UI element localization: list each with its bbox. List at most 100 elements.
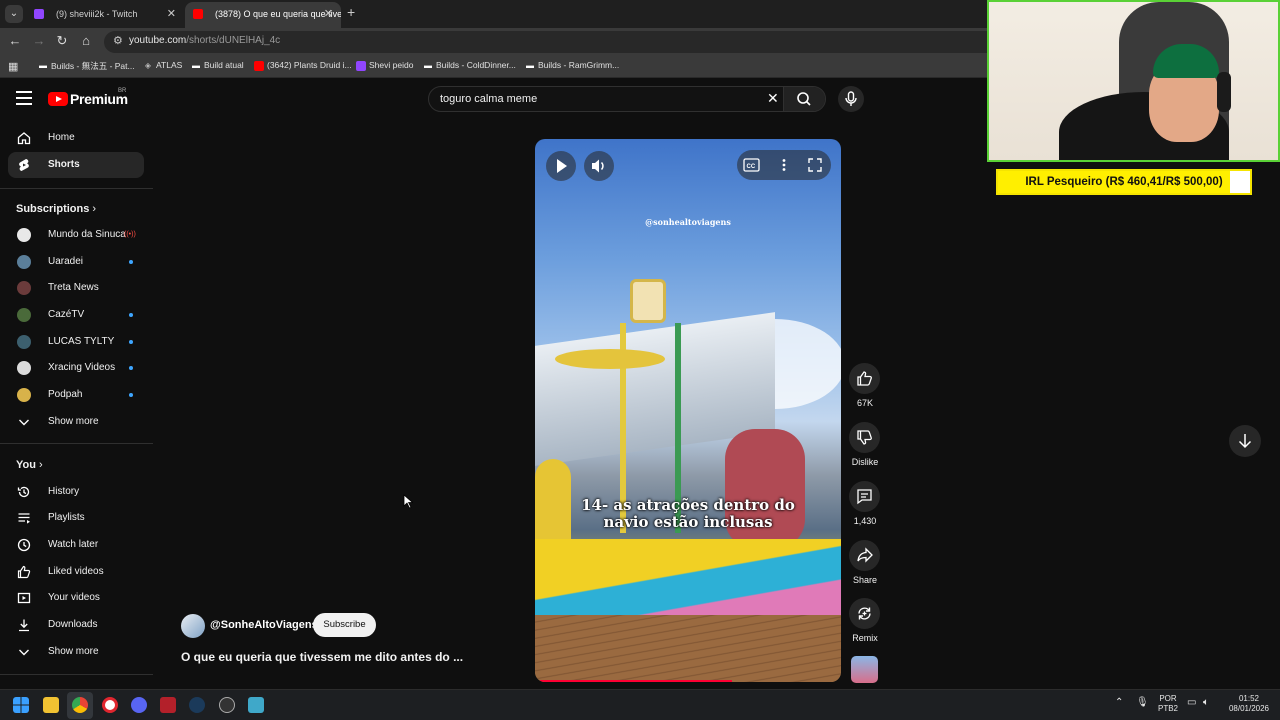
reload-button[interactable]: ↻ xyxy=(54,33,70,49)
network-icon[interactable]: ▭ xyxy=(1187,698,1196,708)
mute-button[interactable] xyxy=(584,151,614,181)
menu-icon[interactable] xyxy=(16,91,32,105)
youtube-logo-icon[interactable] xyxy=(48,92,68,106)
bookmark-item[interactable]: ▬ Builds - ColdDinner... xyxy=(423,60,516,70)
sidebar-item-watch-later[interactable]: Watch later xyxy=(8,532,144,558)
sidebar-item-shorts[interactable]: Shorts xyxy=(8,152,144,178)
channel-avatar[interactable] xyxy=(181,614,205,638)
show-more-you[interactable]: Show more xyxy=(8,639,144,665)
sound-thumbnail[interactable] xyxy=(851,656,878,683)
site-info-icon[interactable]: ⚙ xyxy=(113,34,123,47)
voice-search-button[interactable] xyxy=(838,86,864,112)
sidebar-item-label: CazéTV xyxy=(48,309,85,320)
video-scene xyxy=(535,539,841,619)
home-button[interactable]: ⌂ xyxy=(78,33,94,48)
next-short-button[interactable] xyxy=(1229,425,1261,457)
chevron-right-icon: › xyxy=(39,459,43,471)
bookmark-icon: ▬ xyxy=(424,61,432,70)
dislike-label: Dislike xyxy=(851,457,879,467)
playlists-icon xyxy=(18,513,30,524)
bookmark-item[interactable]: ▬ Builds - RamGrimm... xyxy=(525,60,619,70)
fullscreen-icon[interactable] xyxy=(807,157,823,173)
like-button[interactable] xyxy=(849,363,880,394)
youtube-icon xyxy=(254,61,264,71)
address-bar[interactable]: ⚙ youtube.com/shorts/dUNElHAj_4c xyxy=(104,31,1004,53)
discord-icon[interactable] xyxy=(131,697,147,713)
channel-name[interactable]: @SonheAltoViagens xyxy=(210,619,318,631)
comments-icon xyxy=(857,489,872,505)
close-icon[interactable]: ✕ xyxy=(324,2,333,26)
show-more-subscriptions[interactable]: Show more xyxy=(8,409,144,435)
notepad-icon[interactable] xyxy=(248,697,264,713)
tab-twitch[interactable]: (9) sheviii2k - Twitch ✕ xyxy=(26,2,184,28)
steam-icon[interactable] xyxy=(189,697,205,713)
sidebar-item-playlists[interactable]: Playlists xyxy=(8,505,144,531)
twitch-icon xyxy=(356,61,366,71)
volume-icon[interactable]: 🔈︎ xyxy=(1203,698,1209,708)
dislike-button[interactable] xyxy=(849,422,880,453)
play-button[interactable] xyxy=(546,151,576,181)
short-title[interactable]: O que eu queria que tivessem me dito ant… xyxy=(181,650,463,664)
sidebar-item-subscription[interactable]: Treta News xyxy=(8,275,144,301)
sidebar-item-subscription[interactable]: Mundo da Sinuca ((•)) xyxy=(8,222,144,248)
new-tab-button[interactable]: + xyxy=(347,4,355,20)
comments-button[interactable] xyxy=(849,481,880,512)
sidebar-item-subscription[interactable]: CazéTV xyxy=(8,302,144,328)
twitch-icon xyxy=(34,9,44,19)
sidebar-item-your-videos[interactable]: Your videos xyxy=(8,585,144,611)
clear-search-icon[interactable]: ✕ xyxy=(767,90,779,107)
bookmark-item[interactable]: ◈ ATLAS xyxy=(143,60,182,70)
shorts-icon xyxy=(19,159,29,171)
forward-button[interactable]: → xyxy=(31,33,47,48)
search-input[interactable]: toguro calma meme xyxy=(440,93,537,105)
captions-icon[interactable]: CC xyxy=(743,157,761,173)
sidebar-item-label: Uaradei xyxy=(48,256,84,267)
share-button[interactable] xyxy=(849,540,880,571)
you-heading[interactable]: You › xyxy=(16,459,43,471)
subscriptions-heading[interactable]: Subscriptions › xyxy=(16,203,96,215)
chrome-icon[interactable] xyxy=(72,697,88,713)
sidebar-item-subscription[interactable]: Xracing Videos xyxy=(8,355,144,381)
chevron-right-icon: › xyxy=(92,203,97,215)
video-progress-bar[interactable] xyxy=(540,680,733,682)
bookmark-item[interactable]: ▬ Builds - 無法五 - Pat... xyxy=(38,60,135,72)
subscribe-button[interactable]: Subscribe xyxy=(313,613,376,637)
apps-grid-icon[interactable]: ▦ xyxy=(8,60,18,73)
sidebar-item-home[interactable]: Home xyxy=(8,125,144,151)
bookmark-icon: ▬ xyxy=(192,61,200,70)
sidebar-item-history[interactable]: History xyxy=(8,479,144,505)
remix-button[interactable] xyxy=(849,598,880,629)
search-box[interactable]: toguro calma meme ✕ xyxy=(428,86,826,112)
app-icon[interactable] xyxy=(160,697,176,713)
chevron-up-icon[interactable]: ⌃ xyxy=(1115,698,1123,708)
sidebar-item-label: Podpah xyxy=(48,389,83,400)
bookmark-item[interactable]: (3642) Plants Druid i... xyxy=(254,60,352,71)
back-button[interactable]: ← xyxy=(7,33,23,48)
short-video-player[interactable]: CC @sonhealtoviagens 14- as atrações den… xyxy=(535,139,841,682)
sidebar-item-subscription[interactable]: Uaradei xyxy=(8,249,144,275)
watch-later-icon xyxy=(17,538,31,552)
tab-search-button[interactable]: ⌄ xyxy=(5,5,23,23)
search-button[interactable] xyxy=(783,87,825,111)
sidebar-item-subscription[interactable]: Podpah xyxy=(8,382,144,408)
close-icon[interactable]: ✕ xyxy=(167,2,176,26)
new-content-dot xyxy=(129,366,133,370)
opera-icon[interactable] xyxy=(102,697,118,713)
windows-start-icon[interactable] xyxy=(13,697,29,713)
sidebar-item-label: Your videos xyxy=(48,592,100,603)
sidebar-item-subscription[interactable]: LUCAS TYLTY xyxy=(8,329,144,355)
clock[interactable]: 01:52 08/01/2026 xyxy=(1226,694,1272,714)
sidebar-item-label: History xyxy=(48,486,80,497)
sidebar-item-downloads[interactable]: Downloads xyxy=(8,612,144,638)
tab-youtube[interactable]: (3878) O que eu queria que tive... ✕ xyxy=(185,2,341,28)
more-options-icon[interactable] xyxy=(778,157,790,173)
bookmark-item[interactable]: Shevi peido xyxy=(356,60,413,71)
file-explorer-icon[interactable] xyxy=(43,697,59,713)
bookmark-item[interactable]: ▬ Build atual xyxy=(191,60,244,70)
volume-icon xyxy=(592,159,604,173)
obs-icon[interactable] xyxy=(219,697,235,713)
sidebar-item-liked-videos[interactable]: Liked videos xyxy=(8,559,144,585)
language-indicator[interactable]: POR PTB2 xyxy=(1158,694,1178,714)
microphone-icon[interactable]: 🎙︎ xyxy=(1136,698,1149,708)
microphone-icon xyxy=(845,91,857,106)
